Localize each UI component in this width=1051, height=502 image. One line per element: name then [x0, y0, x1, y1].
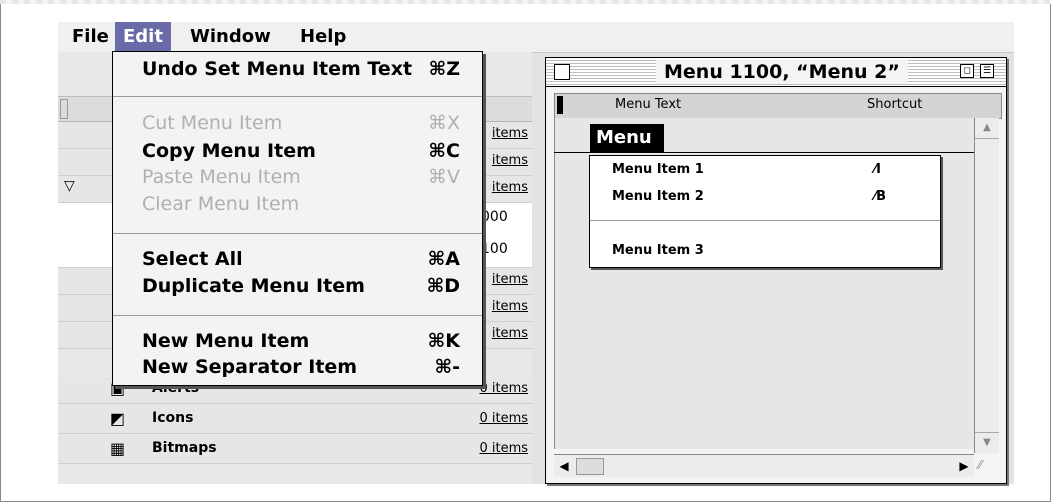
menu-item-duplicate[interactable]: Duplicate Menu Item ⌘D [142, 275, 472, 297]
disclosure-triangle-icon[interactable]: ▽ [64, 178, 75, 194]
resource-type-name: Icons [152, 410, 194, 426]
menu-item-shortcut: ⌘Z [428, 58, 460, 80]
menu-item-shortcut: ⌘V [428, 166, 460, 188]
scroll-right-arrow-icon[interactable]: ▶ [954, 455, 974, 477]
preview-item-shortcut: ⁄I [874, 162, 882, 177]
window-title: Menu 1100, “Menu 2” [656, 60, 908, 84]
menu-item-copy[interactable]: Copy Menu Item ⌘C [142, 140, 472, 162]
menu-item-shortcut: ⌘X [427, 112, 460, 134]
column-shortcut: Shortcut [867, 97, 923, 112]
menu-item-shortcut: ⌘A [427, 248, 460, 270]
menu-item-undo[interactable]: Undo Set Menu Item Text ⌘Z [142, 58, 472, 80]
menu-item-label: Select All [142, 248, 243, 270]
menu-edit[interactable]: Edit [115, 22, 171, 52]
item-count[interactable]: items [492, 126, 528, 141]
menu-item-shortcut: ⌘- [434, 356, 460, 378]
preview-menu-item[interactable]: Menu Item 2 ⁄B [612, 189, 886, 204]
preview-item-shortcut: ⁄B [874, 189, 887, 204]
menu-title-selected[interactable]: Menu [590, 124, 664, 152]
column-resize-handle[interactable] [60, 99, 68, 119]
bitmap-icon: ▦ [110, 439, 126, 458]
preview-menu-item[interactable]: Menu Item 1 ⁄I [612, 162, 881, 177]
menu-item-label: Paste Menu Item [142, 166, 301, 188]
menu-item-select-all[interactable]: Select All ⌘A [142, 248, 472, 270]
scroll-down-arrow-icon[interactable]: ▼ [975, 432, 999, 453]
menu-item-clear[interactable]: Clear Menu Item [142, 193, 472, 215]
item-count[interactable]: 0 items [479, 411, 528, 426]
menu-item-label: Duplicate Menu Item [142, 275, 365, 297]
menu-item-shortcut: ⌘C [428, 140, 460, 162]
menu-file[interactable]: File [64, 22, 117, 52]
column-header: Menu Text Shortcut [554, 93, 1002, 119]
item-count[interactable]: items [492, 180, 528, 195]
menu-item-label: Clear Menu Item [142, 193, 300, 215]
item-count[interactable]: items [492, 153, 528, 168]
horizontal-scrollbar[interactable]: ◀ ▶ [554, 454, 974, 477]
menu-help[interactable]: Help [292, 22, 354, 52]
item-count[interactable]: 0 items [479, 441, 528, 456]
menu-separator [113, 315, 482, 316]
menu-separator [113, 96, 482, 97]
edit-menu-dropdown: Undo Set Menu Item Text ⌘Z Cut Menu Item… [112, 51, 483, 386]
close-box-icon[interactable] [554, 64, 570, 80]
resource-id: 000 [481, 209, 508, 225]
icons-resource-icon: ◩ [110, 409, 126, 428]
menu-item-cut[interactable]: Cut Menu Item ⌘X [142, 112, 472, 134]
item-count[interactable]: items [492, 299, 528, 314]
menu-item-shortcut: ⌘D [426, 275, 460, 297]
table-row[interactable]: ▦ Bitmaps 0 items [58, 437, 532, 464]
scroll-thumb[interactable] [576, 458, 604, 475]
menu-bar: File Edit Window Help [58, 22, 1014, 53]
zoom-box-icon[interactable]: ◻ [960, 64, 974, 78]
menu-window[interactable]: Window [182, 22, 279, 52]
resource-type-name: Bitmaps [152, 440, 217, 456]
menu-separator [113, 233, 482, 234]
column-resize-handle[interactable] [557, 96, 563, 114]
preview-menu-item[interactable]: Menu Item 3 [612, 243, 704, 258]
window-title-bar[interactable]: Menu 1100, “Menu 2” ◻ ☰ [546, 58, 1006, 87]
menu-item-label: New Separator Item [142, 356, 358, 378]
preview-item-label: Menu Item 2 [612, 189, 704, 204]
menu-item-label: Cut Menu Item [142, 112, 283, 134]
menu-item-label: Undo Set Menu Item Text [142, 58, 413, 80]
table-row[interactable]: ◩ Icons 0 items [58, 407, 532, 434]
resource-id: 100 [481, 241, 508, 257]
collapse-box-icon[interactable]: ☰ [980, 64, 994, 78]
item-count[interactable]: items [492, 326, 528, 341]
top-border [0, 0, 1051, 4]
menu-title-underline [554, 152, 974, 153]
menu-item-label: Copy Menu Item [142, 140, 316, 162]
vertical-scrollbar[interactable]: ▲ ▼ [974, 118, 999, 453]
scroll-left-arrow-icon[interactable]: ◀ [554, 455, 574, 477]
preview-item-label: Menu Item 1 [612, 162, 704, 177]
menu-item-paste[interactable]: Paste Menu Item ⌘V [142, 166, 472, 188]
preview-item-label: Menu Item 3 [612, 243, 704, 258]
item-count[interactable]: 0 items [479, 381, 528, 396]
preview-separator [590, 220, 940, 221]
scroll-up-arrow-icon[interactable]: ▲ [975, 118, 999, 139]
menu-item-new-separator[interactable]: New Separator Item ⌘- [142, 356, 472, 378]
menu-item-new-item[interactable]: New Menu Item ⌘K [142, 330, 472, 352]
resize-grip-icon[interactable]: ⁄⁄ [978, 458, 996, 476]
menu-item-label: New Menu Item [142, 330, 310, 352]
menu-item-shortcut: ⌘K [427, 330, 460, 352]
item-count[interactable]: items [492, 272, 528, 287]
column-menu-text: Menu Text [615, 97, 682, 112]
menu-editor-window: Menu 1100, “Menu 2” ◻ ☰ Menu Text Shortc… [545, 57, 1007, 484]
menu-preview-popup: Menu Item 1 ⁄I Menu Item 2 ⁄B Menu Item … [589, 155, 941, 268]
